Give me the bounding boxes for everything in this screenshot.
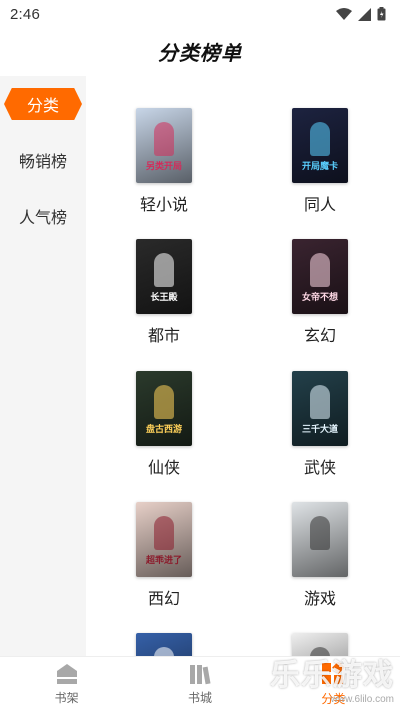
category-item-wuxia[interactable]: 三千大道 武侠 [260, 371, 380, 478]
nav-bookstore[interactable]: 书城 [133, 657, 266, 711]
category-item-fantasy[interactable]: 女帝不想 玄幻 [260, 239, 380, 346]
cover-title: 超乖进了 [145, 555, 182, 565]
category-label: 轻小说 [139, 197, 188, 214]
page-title: 分类榜单 [158, 42, 242, 65]
category-item-game[interactable]: 游戏 [260, 502, 380, 609]
signal-icon [358, 7, 371, 21]
cover-figure [310, 122, 330, 156]
sidebar-item-category[interactable]: 分类 [0, 76, 86, 132]
book-cover: 超乖进了 [136, 502, 192, 577]
book-cover: 大道 [292, 633, 348, 656]
header: 分类榜单 [0, 28, 400, 74]
nav-bookshelf[interactable]: 书架 [0, 657, 133, 711]
category-label: 仙侠 [147, 460, 180, 477]
status-time: 2:46 [10, 5, 40, 23]
nav-label: 分类 [321, 691, 346, 706]
cover-title: 三千大道 [301, 424, 338, 434]
status-icons [336, 7, 386, 21]
category-label: 都市 [147, 328, 180, 345]
cover-title: 长王殿 [150, 292, 178, 302]
category-label: 同人 [303, 197, 336, 214]
category-item-urban[interactable]: 长王殿 都市 [104, 239, 224, 346]
nav-category[interactable]: 分类 [267, 657, 400, 711]
cover-title: 另类开局 [145, 161, 182, 171]
category-item-light-novel[interactable]: 另类开局 轻小说 [104, 108, 224, 215]
sidebar-item-popular[interactable]: 人气榜 [0, 188, 86, 244]
book-cover: 盘古西游 [136, 371, 192, 446]
battery-icon [377, 7, 386, 21]
book-cover: 另类开局 [136, 108, 192, 183]
cover-figure [154, 647, 174, 656]
category-item-xianxia[interactable]: 盘古西游 仙侠 [104, 371, 224, 478]
bookstore-icon [189, 664, 211, 684]
category-item-partial[interactable]: 大道 [260, 633, 380, 656]
sidebar-item-label: 人气榜 [18, 210, 67, 227]
category-label: 西幻 [147, 591, 180, 608]
category-label: 玄幻 [303, 328, 336, 345]
cover-title: 盘古西游 [145, 424, 182, 434]
nav-label: 书城 [187, 690, 212, 705]
cover-figure [154, 122, 174, 156]
cover-figure [310, 385, 330, 419]
category-label: 游戏 [303, 591, 336, 608]
sidebar-item-label: 畅销榜 [18, 154, 67, 171]
cover-title: 开局魔卡 [301, 161, 338, 171]
bookshelf-icon [56, 663, 77, 684]
category-icon [322, 661, 346, 684]
book-cover: 三千大道 [292, 371, 348, 446]
cover-figure [154, 516, 174, 550]
category-item-partial[interactable] [104, 633, 224, 656]
nav-label: 书架 [54, 690, 79, 705]
cover-figure [310, 253, 330, 287]
sidebar-item-label: 分类 [26, 98, 59, 115]
status-bar: 2:46 [0, 0, 400, 28]
book-cover [136, 633, 192, 656]
wifi-icon [336, 8, 352, 20]
cover-title: 女帝不想 [301, 292, 338, 302]
category-grid: 另类开局 轻小说 开局魔卡 同人 长王殿 都市 女帝不想 玄幻 盘古西游 仙侠 … [86, 76, 400, 656]
book-cover: 长王殿 [136, 239, 192, 314]
sidebar: 分类 畅销榜 人气榜 [0, 76, 86, 656]
cover-figure [154, 385, 174, 419]
sidebar-item-bestseller[interactable]: 畅销榜 [0, 132, 86, 188]
book-cover [292, 502, 348, 577]
cover-figure [154, 253, 174, 287]
category-label: 武侠 [303, 460, 336, 477]
category-item-fanfic[interactable]: 开局魔卡 同人 [260, 108, 380, 215]
bottom-nav: 书架 书城 分类 [0, 656, 400, 711]
book-cover: 开局魔卡 [292, 108, 348, 183]
cover-figure [310, 647, 330, 656]
category-item-western-fantasy[interactable]: 超乖进了 西幻 [104, 502, 224, 609]
cover-figure [310, 516, 330, 550]
book-cover: 女帝不想 [292, 239, 348, 314]
